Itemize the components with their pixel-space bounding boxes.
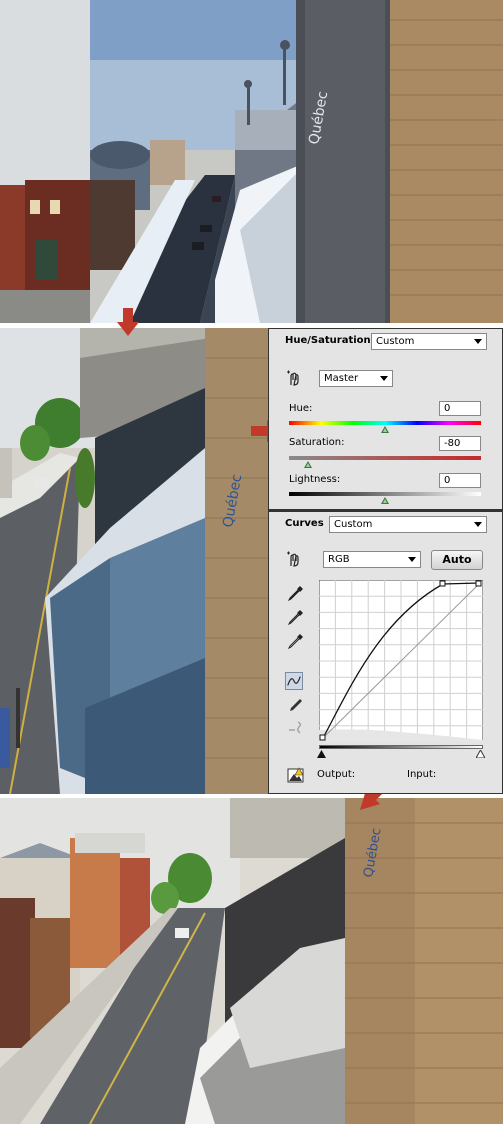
channel-select[interactable]: RGB xyxy=(323,551,421,568)
hand-target-icon[interactable] xyxy=(285,369,303,387)
chevron-down-icon xyxy=(474,522,482,527)
output-label: Output: xyxy=(317,769,356,780)
curves-graph[interactable] xyxy=(319,580,483,742)
saturation-input[interactable]: -80 xyxy=(439,436,481,451)
panel-title: Hue/Saturation xyxy=(285,335,371,346)
eyedropper-black-icon[interactable] xyxy=(287,584,305,602)
lightness-input[interactable]: 0 xyxy=(439,473,481,488)
eyedropper-gray-icon[interactable] xyxy=(287,608,305,626)
lightness-slider-thumb[interactable] xyxy=(381,497,389,504)
lightness-slider-track[interactable] xyxy=(289,492,481,496)
panel-title: Curves xyxy=(285,518,324,529)
original-photo: Québec xyxy=(0,0,503,323)
saturation-label: Saturation: xyxy=(289,437,345,448)
preset-select[interactable]: Custom xyxy=(371,333,487,350)
curve-point-icon[interactable] xyxy=(285,672,303,690)
black-point-slider[interactable] xyxy=(317,750,326,758)
arrow-shape xyxy=(117,308,139,336)
chevron-down-icon xyxy=(408,557,416,562)
preset-select[interactable]: Custom xyxy=(329,516,487,533)
saturation-slider-thumb[interactable] xyxy=(304,461,313,468)
hue-slider-thumb[interactable] xyxy=(381,426,389,433)
curve-point[interactable] xyxy=(319,734,326,741)
channel-value: Master xyxy=(324,373,359,384)
down-arrow-icon xyxy=(117,308,139,336)
channel-select[interactable]: Master xyxy=(319,370,393,387)
hue-label: Hue: xyxy=(289,403,313,414)
chevron-down-icon xyxy=(474,339,482,344)
curve-point[interactable] xyxy=(475,580,482,587)
preset-value: Custom xyxy=(376,336,415,347)
smooth-curve-icon[interactable] xyxy=(287,718,305,736)
eyedropper-white-icon[interactable] xyxy=(287,632,305,650)
lightness-label: Lightness: xyxy=(289,474,341,485)
clipping-warning-icon[interactable] xyxy=(287,766,305,784)
hand-target-icon[interactable] xyxy=(285,550,303,568)
curve-point[interactable] xyxy=(439,580,446,587)
street-scene-original: Québec xyxy=(0,0,503,323)
auto-button[interactable]: Auto xyxy=(431,550,483,570)
input-gradient-bar xyxy=(319,745,483,749)
preset-value: Custom xyxy=(334,519,373,530)
hue-slider-track[interactable] xyxy=(289,421,481,425)
white-point-slider[interactable] xyxy=(476,750,485,758)
hue-saturation-panel: Hue/Saturation Custom Master Hue: 0 Satu… xyxy=(268,328,503,510)
pencil-icon[interactable] xyxy=(287,696,305,714)
channel-value: RGB xyxy=(328,554,350,565)
input-label: Input: xyxy=(407,769,437,780)
hue-input[interactable]: 0 xyxy=(439,401,481,416)
final-photo: Québec xyxy=(0,798,503,1124)
curves-panel: Curves Custom RGB Auto Output: Input: xyxy=(268,510,503,794)
street-scene-final: Québec xyxy=(0,798,503,1124)
saturation-slider-track[interactable] xyxy=(289,456,481,460)
chevron-down-icon xyxy=(380,376,388,381)
